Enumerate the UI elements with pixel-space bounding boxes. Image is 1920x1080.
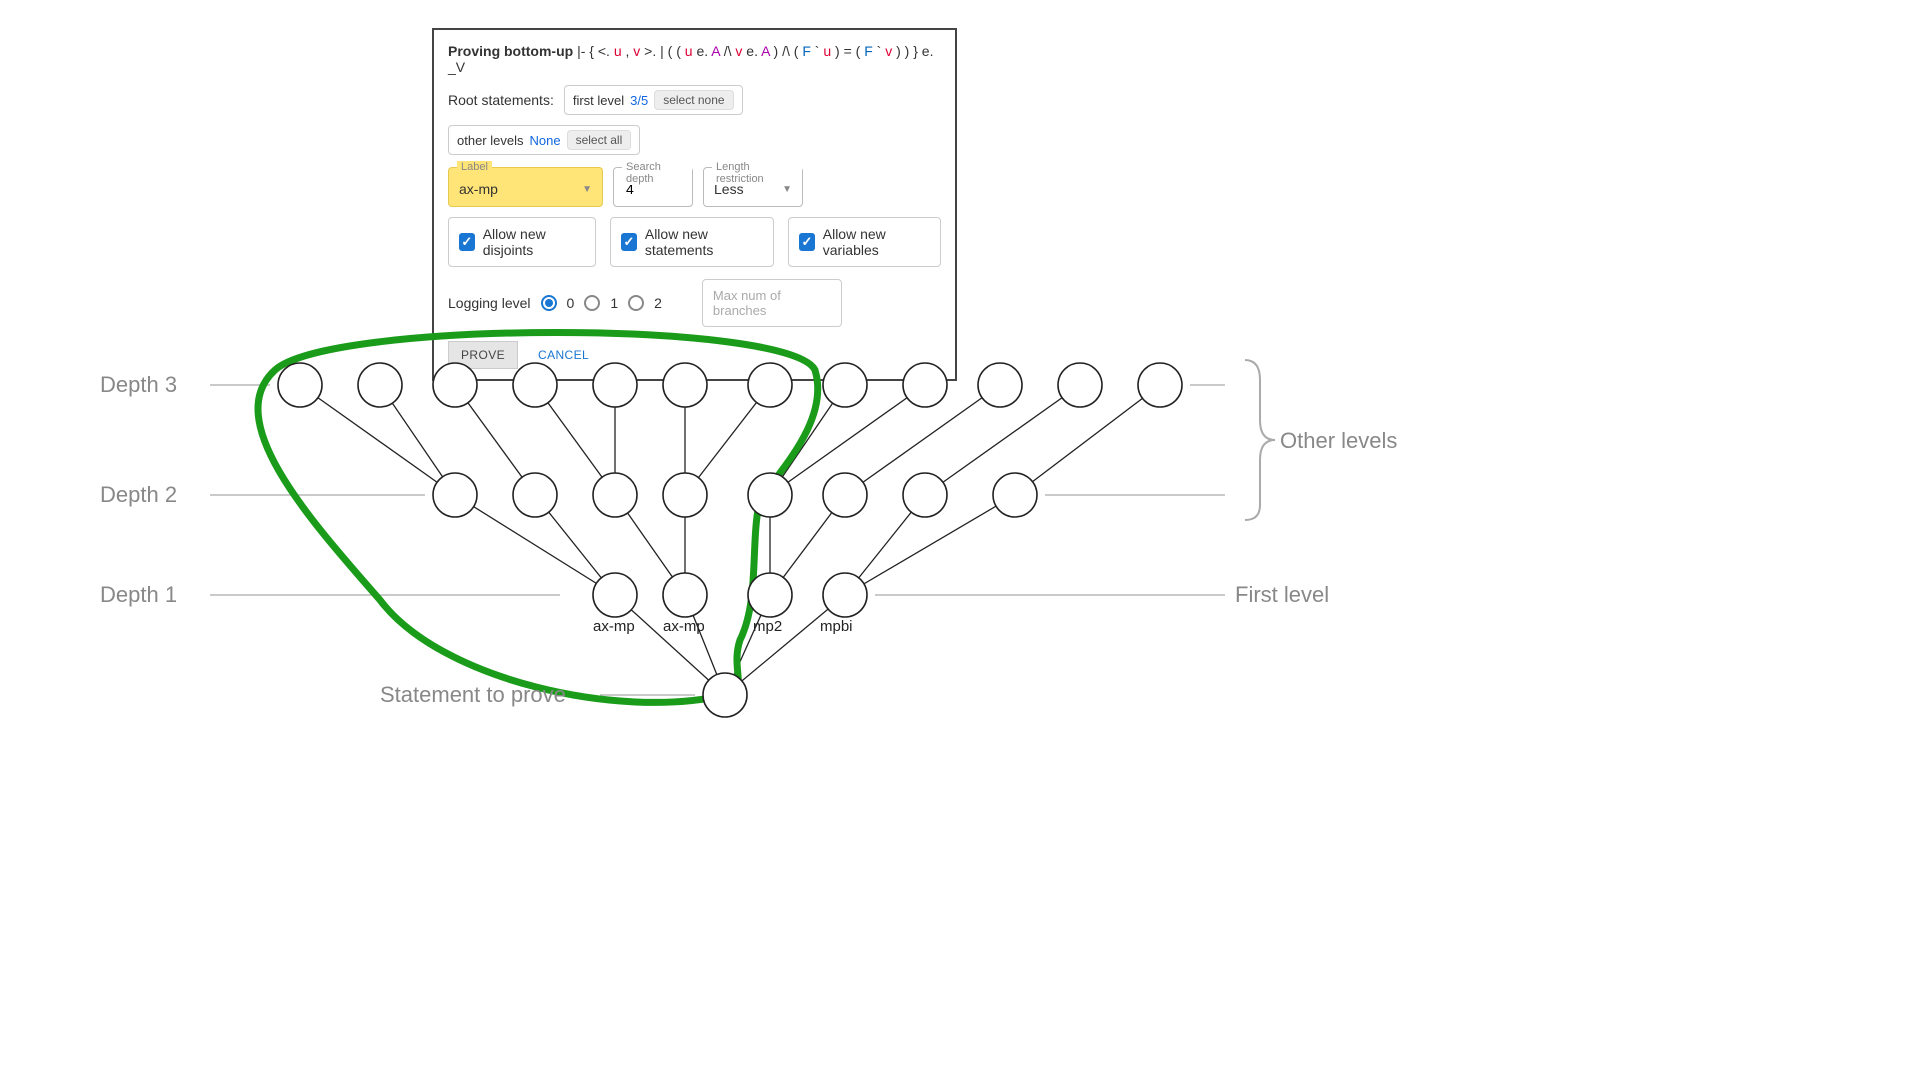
root-statements-label: Root statements: bbox=[448, 92, 554, 108]
search-depth-input[interactable]: Search depth bbox=[613, 167, 693, 207]
depth2-label: Depth 2 bbox=[100, 482, 177, 508]
allow-statements-label: Allow new statements bbox=[645, 226, 763, 258]
node-label-mp2: mp2 bbox=[753, 618, 782, 635]
allow-disjoints-checkbox[interactable]: ✓ Allow new disjoints bbox=[448, 217, 596, 267]
depth-field-caption: Search depth bbox=[622, 161, 692, 185]
proof-tree-diagram: Depth 3 Depth 2 Depth 1 Statement to pro… bbox=[60, 300, 1420, 740]
length-restriction-dropdown[interactable]: Length restriction Less ▼ bbox=[703, 167, 803, 207]
checkbox-checked-icon: ✓ bbox=[799, 233, 815, 251]
allow-variables-checkbox[interactable]: ✓ Allow new variables bbox=[788, 217, 941, 267]
statement-label: Statement to prove bbox=[380, 682, 566, 708]
panel-title-row: Proving bottom-up |- { <. u , v >. | ( (… bbox=[448, 43, 941, 75]
depth1-label: Depth 1 bbox=[100, 582, 177, 608]
root-statements-row: Root statements: first level 3/5 select … bbox=[448, 85, 941, 155]
other-levels-text: other levels bbox=[457, 133, 523, 148]
node-label-axmp-1: ax-mp bbox=[593, 618, 635, 635]
first-level-label: First level bbox=[1235, 582, 1329, 608]
other-levels-label: Other levels bbox=[1280, 428, 1397, 454]
allow-variables-label: Allow new variables bbox=[823, 226, 930, 258]
allow-options-row: ✓ Allow new disjoints ✓ Allow new statem… bbox=[448, 217, 941, 267]
node-label-mpbi: mpbi bbox=[820, 618, 853, 635]
checkbox-checked-icon: ✓ bbox=[621, 233, 637, 251]
allow-statements-checkbox[interactable]: ✓ Allow new statements bbox=[610, 217, 774, 267]
first-level-text: first level bbox=[573, 93, 624, 108]
select-none-button[interactable]: select none bbox=[654, 90, 733, 110]
length-field-caption: Length restriction bbox=[712, 161, 802, 185]
dropdown-caret-icon: ▼ bbox=[782, 184, 792, 195]
select-all-button[interactable]: select all bbox=[567, 130, 632, 150]
checkbox-checked-icon: ✓ bbox=[459, 233, 475, 251]
label-field-value: ax-mp bbox=[459, 181, 498, 197]
node-label-axmp-2: ax-mp bbox=[663, 618, 705, 635]
dropdown-caret-icon: ▼ bbox=[582, 184, 592, 195]
panel-title: Proving bottom-up bbox=[448, 43, 573, 59]
other-levels-count: None bbox=[529, 133, 560, 148]
first-level-count: 3/5 bbox=[630, 93, 648, 108]
label-dropdown[interactable]: Label ax-mp ▼ bbox=[448, 167, 603, 207]
other-levels-chip[interactable]: other levels None select all bbox=[448, 125, 640, 155]
depth3-label: Depth 3 bbox=[100, 372, 177, 398]
config-fields-row: Label ax-mp ▼ Search depth Length restri… bbox=[448, 167, 941, 207]
first-level-chip[interactable]: first level 3/5 select none bbox=[564, 85, 743, 115]
tree-svg bbox=[60, 300, 1420, 740]
allow-disjoints-label: Allow new disjoints bbox=[483, 226, 585, 258]
label-field-caption: Label bbox=[457, 161, 492, 173]
